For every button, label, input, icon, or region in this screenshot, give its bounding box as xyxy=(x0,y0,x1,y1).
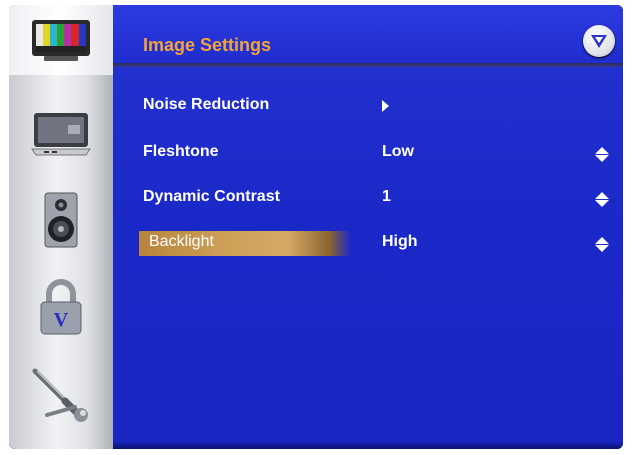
menu-item-dynamic-contrast[interactable]: Dynamic Contrast 1 xyxy=(113,185,623,213)
menu-item-noise-reduction[interactable]: Noise Reduction xyxy=(113,93,623,121)
menu-item-label: Fleshtone xyxy=(143,143,219,160)
menu-item-value: 1 xyxy=(382,188,391,205)
sidebar-item-input[interactable] xyxy=(9,99,113,169)
menu-item-fleshtone[interactable]: Fleshtone Low xyxy=(113,140,623,168)
sidebar-item-lock[interactable]: V xyxy=(9,273,113,343)
sidebar-item-audio[interactable] xyxy=(9,185,113,255)
menu-item-value: Low xyxy=(382,143,414,160)
menu-item-label: Noise Reduction xyxy=(143,96,270,113)
header-bar: Image Settings xyxy=(113,5,623,67)
svg-text:V: V xyxy=(54,309,69,331)
up-down-arrows-icon[interactable] xyxy=(595,147,609,162)
up-down-arrows-icon[interactable] xyxy=(595,237,609,252)
wrench-setup-icon xyxy=(32,368,88,422)
v-logo-icon xyxy=(583,25,615,57)
menu-item-label: Dynamic Contrast xyxy=(143,188,280,205)
tv-picture-icon xyxy=(32,20,90,61)
monitor-input-icon xyxy=(31,113,91,156)
sidebar-item-picture[interactable] xyxy=(9,5,113,75)
speaker-audio-icon xyxy=(44,192,78,248)
menu-item-label: Backlight xyxy=(149,233,214,250)
sidebar: V xyxy=(9,5,113,449)
sidebar-item-setup[interactable] xyxy=(9,359,113,429)
menu-item-backlight[interactable]: Backlight High xyxy=(113,230,623,258)
osd-menu-window: V Image Settings Noise Reduction Fleshto… xyxy=(9,5,623,449)
lock-icon: V xyxy=(40,279,82,335)
up-down-arrows-icon[interactable] xyxy=(595,192,609,207)
main-panel: Image Settings Noise Reduction Fleshtone… xyxy=(113,5,623,449)
menu-item-value: High xyxy=(382,233,418,250)
page-title: Image Settings xyxy=(143,35,272,55)
submenu-arrow-icon[interactable] xyxy=(382,100,389,112)
